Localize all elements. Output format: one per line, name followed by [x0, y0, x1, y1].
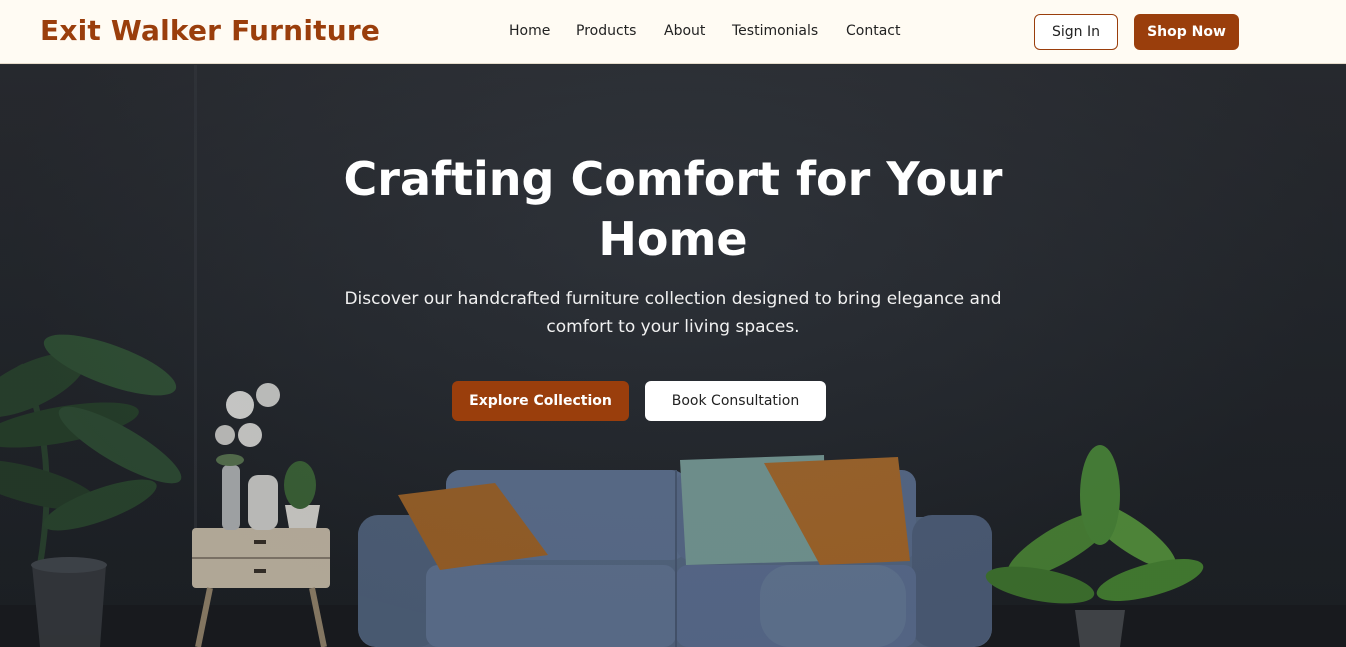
- hero-subtitle: Discover our handcrafted furniture colle…: [344, 289, 1002, 337]
- site-header: Exit Walker Furniture Home Products Abou…: [0, 0, 1346, 64]
- hero-title: Crafting Comfort for Your Home: [343, 152, 1003, 266]
- explore-collection-button[interactable]: Explore Collection: [452, 381, 629, 421]
- shop-now-button[interactable]: Shop Now: [1134, 14, 1239, 50]
- nav-testimonials[interactable]: Testimonials: [732, 23, 818, 39]
- hero-section: Crafting Comfort for Your Home Discover …: [0, 65, 1346, 647]
- nav-about[interactable]: About: [664, 23, 705, 39]
- nav-products[interactable]: Products: [576, 23, 636, 39]
- sign-in-button[interactable]: Sign In: [1034, 14, 1118, 50]
- nav-contact[interactable]: Contact: [846, 23, 900, 39]
- nav-home[interactable]: Home: [509, 23, 550, 39]
- book-consultation-button[interactable]: Book Consultation: [645, 381, 826, 421]
